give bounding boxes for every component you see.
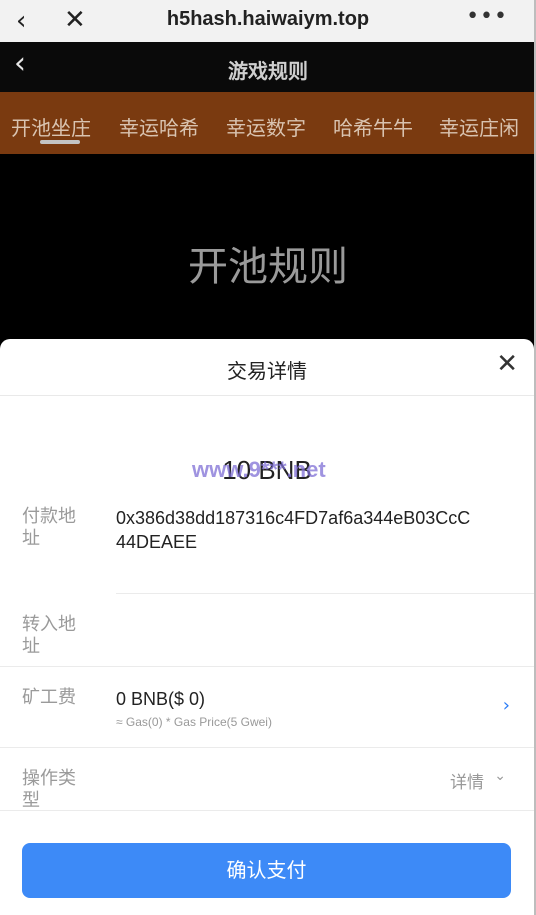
confirm-payment-button[interactable]: 确认支付	[22, 843, 511, 898]
close-icon[interactable]: ✕	[496, 351, 518, 377]
transaction-sheet: 交易详情 ✕ 10 BNB www.9***.net 付款地 址 0x386d3…	[0, 339, 534, 915]
content-area: 开池规则	[0, 154, 536, 354]
divider	[0, 747, 534, 748]
sheet-title: 交易详情	[227, 359, 307, 383]
rules-heading: 开池规则	[188, 244, 348, 290]
tab-hash-niuniu[interactable]: 哈希牛牛	[333, 112, 413, 141]
divider	[0, 810, 534, 811]
to-label-line1: 转入地	[22, 614, 76, 635]
tab-kaichi[interactable]: 开池坐庄	[11, 112, 91, 141]
fee-label: 矿工费	[22, 687, 76, 708]
more-icon[interactable]: •••	[466, 4, 508, 29]
chevron-down-icon[interactable]: ⌄	[494, 768, 506, 784]
sheet-header: 交易详情 ✕	[0, 339, 534, 396]
url-title: h5hash.haiwaiym.top	[166, 8, 370, 30]
browser-bar: ‹ ✕ h5hash.haiwaiym.top •••	[0, 0, 536, 42]
watermark: www.9***.net	[192, 457, 326, 482]
payer-label-line2: 址	[22, 528, 40, 549]
tab-lucky-banker[interactable]: 幸运庄闲	[439, 112, 519, 141]
divider	[0, 666, 534, 667]
payer-address: 0x386d38dd187316c4FD7af6a344eB03CcC 44DE…	[116, 506, 470, 554]
tab-lucky-hash[interactable]: 幸运哈希	[119, 112, 199, 141]
page-header: ‹ 游戏规则	[0, 42, 536, 92]
tab-lucky-number[interactable]: 幸运数字	[226, 112, 306, 141]
chevron-right-icon[interactable]: ›	[503, 695, 510, 716]
tab-bar: 开池坐庄 幸运哈希 幸运数字 哈希牛牛 幸运庄闲	[0, 92, 536, 154]
fee-detail: ≈ Gas(0) * Gas Price(5 Gwei)	[116, 715, 272, 729]
payer-label-line1: 付款地	[22, 506, 76, 527]
fee-value: 0 BNB($ 0)	[116, 689, 206, 709]
op-type-label-line1: 操作类	[22, 768, 76, 789]
page-title: 游戏规则	[228, 59, 308, 83]
payer-address-line1: 0x386d38dd187316c4FD7af6a344eB03CcC	[116, 508, 471, 528]
details-link[interactable]: 详情	[450, 768, 484, 793]
divider	[116, 593, 534, 594]
to-label-line2: 址	[22, 636, 40, 657]
payer-label: 付款地 址	[22, 506, 82, 550]
to-label: 转入地 址	[22, 614, 82, 658]
op-type-label-line2: 型	[22, 790, 40, 811]
op-type-label: 操作类 型	[22, 768, 82, 812]
payer-address-line2: 44DEAEE	[116, 532, 198, 552]
active-tab-indicator	[40, 140, 80, 144]
